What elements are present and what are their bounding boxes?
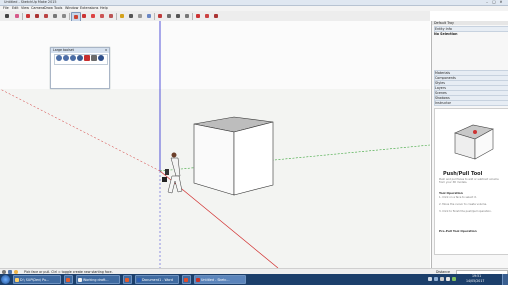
offset-tool-button[interactable] (107, 12, 115, 20)
maximize-button[interactable]: □ (491, 0, 497, 4)
instructor-section[interactable]: Instructor (434, 100, 508, 106)
axes-tool-button[interactable] (136, 12, 144, 20)
box-right-face (233, 121, 274, 196)
zoom-tool-button[interactable] (174, 12, 182, 20)
instructor-footer: Pre-Pull Tool Operation (439, 229, 477, 233)
red-icon[interactable] (84, 55, 90, 61)
power-icon[interactable] (446, 277, 450, 281)
windows-taskbar: D:\ SUP\Dev\ Pu... Working draft... Docu… (0, 274, 508, 285)
instructor-operation-heading: Tool Operation (439, 191, 463, 195)
scale-tool-button[interactable] (98, 12, 106, 20)
drawing-viewport[interactable]: Large toolset x (0, 21, 430, 268)
floating-toolbar[interactable]: Large toolset x (50, 47, 110, 89)
tape-measure-tool-button[interactable] (118, 12, 126, 20)
floating-toolbar-titlebar[interactable]: Large toolset x (51, 48, 109, 53)
pan-icon[interactable] (70, 55, 76, 61)
entity-info-label: Entity Info (435, 27, 452, 31)
walk-icon[interactable] (91, 55, 97, 61)
clock-date[interactable]: 14/05/2017 (466, 279, 484, 284)
tray-arrow-icon[interactable] (428, 277, 432, 281)
start-button[interactable] (1, 275, 10, 284)
taskbar-app-5[interactable] (182, 275, 191, 284)
instructor-tool-title: Push/Pull Tool (443, 171, 483, 177)
arc-tool-button[interactable] (42, 12, 50, 20)
taskbar-app-2[interactable]: Working draft... (76, 275, 120, 284)
close-button[interactable]: ✕ (498, 0, 504, 4)
show-desktop-button[interactable] (502, 274, 508, 285)
select-tool-button[interactable] (3, 12, 11, 20)
push-pull-illustration (454, 124, 494, 160)
text-tool-button[interactable] (127, 12, 135, 20)
paint-bucket-tool-button[interactable] (145, 12, 153, 20)
network-icon[interactable] (434, 277, 438, 281)
default-tray: Default Tray Entity Info No Selection Ma… (431, 21, 508, 268)
taskbar-app-firefox[interactable] (64, 275, 73, 284)
layout-button[interactable] (212, 12, 220, 20)
taskbar-app-sketchup[interactable]: Untitled - Sketc... (194, 275, 246, 284)
pan-tool-button[interactable] (165, 12, 173, 20)
globe-icon[interactable] (98, 55, 104, 61)
line-tool-button[interactable] (24, 12, 32, 20)
notification-icon[interactable] (452, 277, 456, 281)
red-axis-negative (0, 88, 161, 172)
warehouse-button[interactable] (194, 12, 202, 20)
floating-toolbar-title: Large toolset (53, 48, 74, 52)
rotate-tool-button[interactable] (89, 12, 97, 20)
camera-icon[interactable] (56, 55, 62, 61)
taskbar-app-word[interactable]: Document1 - Word (135, 275, 179, 284)
window-title: Untitled - SketchUp Make 2015 (4, 0, 57, 4)
instructor-step-2: 2. Move the cursor to create volume. (439, 203, 488, 206)
extension-warehouse-button[interactable] (203, 12, 211, 20)
orbit-tool-button[interactable] (156, 12, 164, 20)
instructor-description: Push and pull faces to add or subtract v… (439, 178, 499, 185)
rectangle-tool-button[interactable] (51, 12, 59, 20)
person-figure (162, 152, 183, 194)
instructor-step-3: 3. Click to finish the push/pull operati… (439, 210, 492, 213)
freehand-tool-button[interactable] (33, 12, 41, 20)
floating-toolbar-close-button[interactable]: x (105, 48, 107, 53)
taskbar-app-3[interactable] (123, 275, 132, 284)
instructor-panel: Push/Pull Tool Push and pull faces to ad… (434, 108, 508, 255)
zoom-extents-tool-button[interactable] (183, 12, 191, 20)
entity-info-value: No Selection (434, 32, 458, 36)
taskbar-app-1[interactable]: D:\ SUP\Dev\ Pu... (13, 275, 61, 284)
minimize-button[interactable]: – (484, 0, 490, 4)
tray-title: Default Tray (434, 21, 454, 25)
volume-icon[interactable] (440, 277, 444, 281)
instructor-step-1: 1. Click on a face to select it. (439, 196, 477, 199)
eraser-tool-button[interactable] (13, 12, 21, 20)
move-tool-button[interactable] (80, 12, 88, 20)
zoom-icon[interactable] (77, 55, 83, 61)
tray-header: Default Tray (432, 21, 508, 25)
shapes-tool-button[interactable] (60, 12, 68, 20)
box-left-face (193, 123, 235, 196)
orbit-icon[interactable] (63, 55, 69, 61)
